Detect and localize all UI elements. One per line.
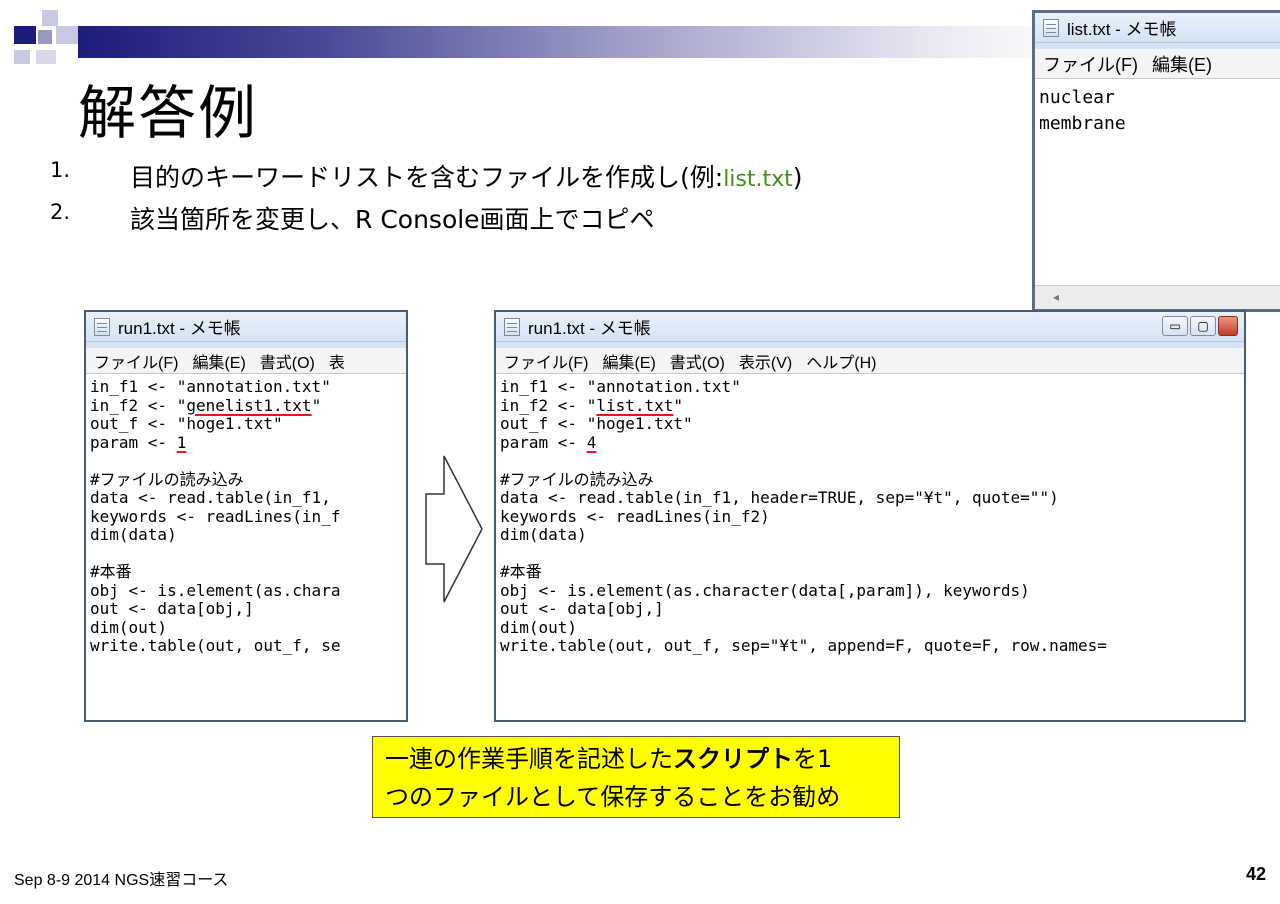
page-number: 42: [1245, 864, 1266, 884]
note-line: つのファイルとして保存することをお勧め: [385, 783, 841, 811]
code-line: out_f <- "hoge1.txt": [90, 414, 283, 433]
code-text: in_f2 <- ": [500, 395, 597, 415]
text-editor[interactable]: nuclear membrane: [1035, 79, 1280, 137]
note-text: 一連の作業手順を記述した: [385, 745, 673, 773]
right-arrow-icon: [425, 455, 483, 603]
code-line: in_f1 <- "annotation.txt": [90, 377, 331, 396]
menu-file[interactable]: ファイル(F): [94, 349, 178, 373]
text-editor[interactable]: in_f1 <- "annotation.txt" in_f2 <- "list.…: [496, 374, 1244, 656]
menu-bar: ファイル(F) 編集(E) 書式(O) 表示(V) ヘルプ(H): [496, 348, 1244, 374]
code-line: obj <- is.element(as.chara: [90, 580, 341, 600]
notepad-icon: [1043, 18, 1059, 37]
bullet-number: 1.: [50, 158, 71, 182]
code-line: #ファイルの読み込み: [90, 469, 244, 489]
menu-format[interactable]: 書式(O): [670, 349, 725, 373]
recommendation-note: 一連の作業手順を記述したスクリプトを1 つのファイルとして保存することをお勧め: [372, 736, 900, 818]
menu-help[interactable]: ヘルプ(H): [806, 349, 876, 373]
code-line: keywords <- readLines(in_f: [90, 506, 341, 526]
code-line: out <- data[obj,]: [90, 599, 254, 618]
menu-file[interactable]: ファイル(F): [504, 349, 588, 373]
changed-param: 1: [176, 432, 187, 452]
horizontal-scrollbar[interactable]: ◂: [1035, 285, 1280, 309]
code-line: out <- data[obj,]: [500, 599, 664, 618]
menu-bar: ファイル(F) 編集(E): [1035, 49, 1280, 79]
code-line: param <- 4: [500, 432, 1244, 453]
menu-edit[interactable]: 編集(E): [1152, 51, 1212, 77]
note-emphasis: スクリプト: [673, 745, 793, 773]
code-line: write.table(out, out_f, sep="¥t", append…: [500, 636, 1107, 655]
code-line: #本番: [90, 562, 132, 581]
bullet-text-after: ): [792, 163, 803, 192]
code-line: dim(out): [500, 617, 578, 637]
note-text: を1: [793, 745, 833, 773]
menu-view[interactable]: 表: [329, 349, 345, 373]
window-titlebar[interactable]: list.txt - メモ帳: [1035, 13, 1280, 43]
slide-title: 解答例: [78, 79, 259, 147]
changed-filename: list.txt: [596, 395, 674, 415]
menu-format[interactable]: 書式(O): [260, 349, 315, 373]
code-text: ": [673, 395, 684, 415]
bullet-text-main: 目的のキーワードリストを含むファイルを作成し(例:: [130, 163, 724, 192]
code-line: data <- read.table(in_f1,: [90, 488, 331, 507]
footer-text: Sep 8-9 2014 NGS速習コース: [14, 872, 229, 889]
notepad-icon: [504, 317, 520, 336]
menu-edit[interactable]: 編集(E): [602, 349, 655, 373]
code-line: #ファイルの読み込み: [500, 469, 654, 489]
bullet-highlight: list.txt: [723, 167, 793, 192]
window-title: run1.txt - メモ帳: [118, 319, 241, 338]
notepad-icon: [94, 317, 110, 336]
window-titlebar[interactable]: run1.txt - メモ帳 ▭ ▢: [496, 312, 1244, 342]
changed-param: 4: [586, 432, 597, 452]
menu-file[interactable]: ファイル(F): [1043, 51, 1138, 77]
editor-line: membrane: [1039, 113, 1126, 134]
editor-line: nuclear: [1039, 87, 1115, 108]
window-title: run1.txt - メモ帳: [528, 319, 651, 338]
bullet-text: 該当箇所を変更し、R Console画面上でコピペ: [130, 205, 655, 234]
note-line: 一連の作業手順を記述したスクリプトを1: [385, 740, 899, 778]
bullet-number: 2.: [50, 200, 71, 224]
code-line: in_f2 <- "list.txt": [500, 395, 1244, 416]
maximize-button[interactable]: ▢: [1190, 316, 1216, 336]
menu-edit[interactable]: 編集(E): [192, 349, 245, 373]
window-titlebar[interactable]: run1.txt - メモ帳: [86, 312, 406, 342]
code-text: param <-: [90, 432, 177, 452]
text-editor[interactable]: in_f1 <- "annotation.txt" in_f2 <- "genel…: [86, 374, 406, 656]
code-line: dim(data): [500, 525, 587, 544]
code-text: in_f2 <- ": [90, 395, 187, 415]
menu-view[interactable]: 表示(V): [739, 349, 792, 373]
window-controls: ▭ ▢: [1162, 316, 1238, 336]
menu-bar: ファイル(F) 編集(E) 書式(O) 表: [86, 348, 406, 374]
changed-filename: genelist1.txt: [186, 395, 312, 415]
code-line: param <- 1: [90, 432, 406, 453]
code-line: keywords <- readLines(in_f2): [500, 506, 770, 526]
code-text: param <-: [500, 432, 587, 452]
code-line: obj <- is.element(as.character(data[,par…: [500, 580, 1030, 600]
list-notepad-window: list.txt - メモ帳 ファイル(F) 編集(E) nuclear memb…: [1032, 10, 1280, 312]
code-line: in_f1 <- "annotation.txt": [500, 377, 741, 396]
code-line: write.table(out, out_f, se: [90, 636, 341, 655]
bullet-text: 目的のキーワードリストを含むファイルを作成し(例:list.txt): [130, 158, 803, 194]
code-line: data <- read.table(in_f1, header=TRUE, s…: [500, 488, 1059, 507]
scroll-left-arrow-icon[interactable]: ◂: [1053, 290, 1059, 304]
left-notepad-window: run1.txt - メモ帳 ファイル(F) 編集(E) 書式(O) 表 in_…: [84, 310, 408, 722]
minimize-button[interactable]: ▭: [1162, 316, 1188, 336]
header-bar: [78, 26, 1078, 58]
code-line: out_f <- "hoge1.txt": [500, 414, 693, 433]
code-line: in_f2 <- "genelist1.txt": [90, 395, 406, 416]
code-line: dim(out): [90, 617, 168, 637]
close-button[interactable]: [1218, 316, 1238, 336]
code-line: #本番: [500, 562, 542, 581]
right-notepad-window: run1.txt - メモ帳 ▭ ▢ ファイル(F) 編集(E) 書式(O) 表…: [494, 310, 1246, 722]
code-text: ": [311, 395, 322, 415]
code-line: dim(data): [90, 525, 177, 544]
window-title: list.txt - メモ帳: [1067, 20, 1177, 39]
